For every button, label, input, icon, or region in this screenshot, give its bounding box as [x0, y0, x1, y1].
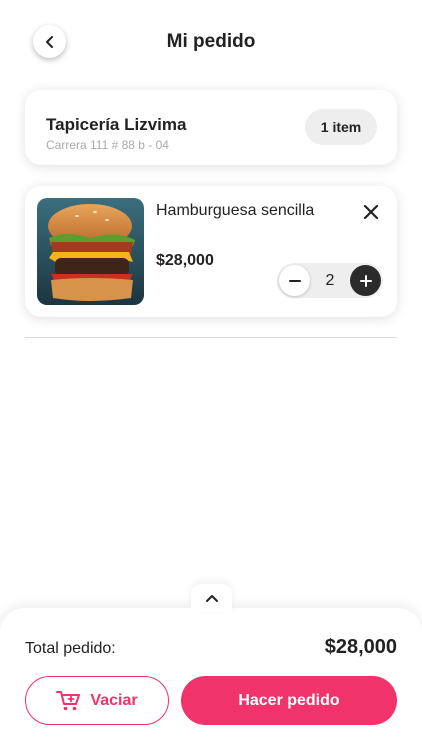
- total-label: Total pedido:: [25, 640, 116, 657]
- product-name: Hamburguesa sencilla: [156, 202, 315, 219]
- quantity-stepper: 2: [277, 263, 383, 298]
- empty-cart-label: Vaciar: [90, 691, 138, 709]
- increase-quantity-button[interactable]: [350, 265, 381, 296]
- order-summary-panel: Total pedido: $28,000 Vaciar Hacer pedid…: [0, 608, 422, 750]
- empty-cart-button[interactable]: Vaciar: [25, 676, 169, 725]
- burger-photo: [37, 198, 144, 305]
- page-title: Mi pedido: [166, 31, 256, 52]
- store-name: Tapicería Lizvima: [46, 115, 187, 134]
- items-count-badge: 1 item: [305, 109, 377, 145]
- product-price: $28,000: [156, 252, 214, 269]
- expand-summary-button[interactable]: [191, 584, 232, 612]
- store-card: Tapicería Lizvima Carrera 111 # 88 b - 0…: [25, 90, 397, 165]
- plus-icon: [359, 274, 372, 287]
- place-order-button[interactable]: Hacer pedido: [181, 676, 397, 725]
- minus-icon: [288, 279, 301, 282]
- header: Mi pedido: [0, 0, 422, 84]
- remove-item-button[interactable]: [361, 202, 381, 222]
- cart-icon: [56, 690, 81, 710]
- place-order-label: Hacer pedido: [238, 691, 340, 709]
- total-value: $28,000: [324, 636, 397, 658]
- cart-item-card: Hamburguesa sencilla $28,000 2: [25, 186, 397, 317]
- store-address: Carrera 111 # 88 b - 04: [46, 138, 169, 152]
- divider: [25, 337, 397, 338]
- decrease-quantity-button[interactable]: [279, 265, 310, 296]
- chevron-up-icon: [205, 595, 218, 602]
- close-icon: [363, 204, 379, 220]
- quantity-value: 2: [325, 272, 335, 289]
